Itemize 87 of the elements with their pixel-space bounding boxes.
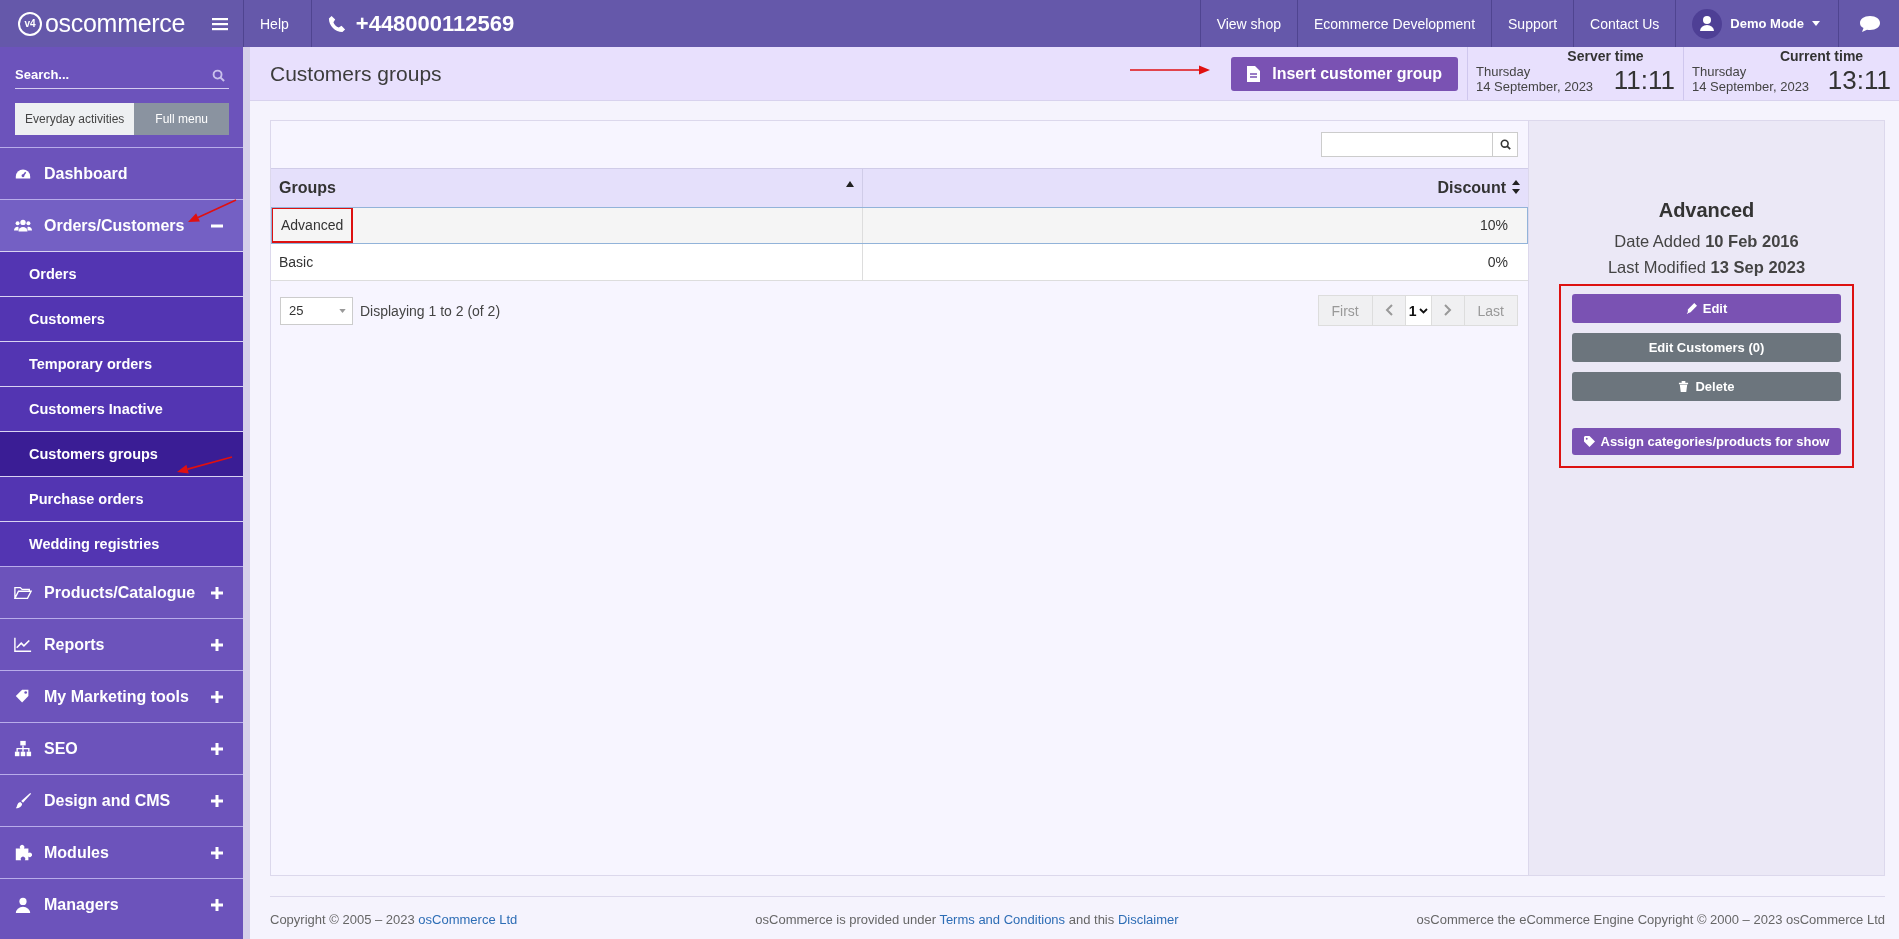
action-button[interactable]: Delete <box>1572 372 1841 401</box>
tag-icon <box>1583 436 1595 447</box>
item-label: Modules <box>44 843 110 862</box>
search-button[interactable] <box>1493 132 1518 157</box>
caret-icon <box>339 308 346 313</box>
chevron-down-icon <box>1418 307 1428 314</box>
submenu-item[interactable]: Customers Inactive <box>0 386 243 431</box>
details-title: Advanced <box>1658 199 1755 222</box>
plus-icon <box>211 690 223 703</box>
submenu-item[interactable]: Wedding registries <box>0 521 243 566</box>
column-header[interactable]: Groups <box>271 168 863 207</box>
per-page-select[interactable]: 25 <box>280 296 353 325</box>
plus-icon <box>211 586 223 599</box>
item-label: Dashboard <box>44 164 129 183</box>
trash-icon <box>1678 381 1690 392</box>
caret-icon <box>1812 21 1820 26</box>
footer-link[interactable]: Disclaimer <box>1117 912 1179 927</box>
plus-icon <box>211 638 223 651</box>
puzzle-icon <box>14 843 32 862</box>
search-field[interactable]: Search... <box>15 61 229 89</box>
table-search-field[interactable] <box>1321 132 1493 157</box>
clock-time: 13:11 <box>1827 66 1891 94</box>
user-name: Demo Mode <box>1730 16 1804 31</box>
submenu-item[interactable]: Customers <box>0 296 243 341</box>
line-chart-icon <box>14 635 32 654</box>
plus-icon <box>211 742 223 755</box>
table-row[interactable]: Basic 0% <box>271 243 1528 281</box>
action-button[interactable]: Assign categories/products for show <box>1572 428 1841 455</box>
table-cell: Basic <box>271 243 863 281</box>
footer-text: osCommerce is provided under Terms and Conditions and this Disclaimer <box>755 912 1179 927</box>
brush-icon <box>14 791 32 810</box>
previous-page-button[interactable] <box>1372 296 1406 325</box>
clock-label: Server time <box>1566 47 1645 64</box>
sitemap-icon <box>14 739 32 758</box>
clock-label: Current time <box>1778 47 1865 64</box>
action-button[interactable]: Edit Customers (0) <box>1572 333 1841 362</box>
page-title: Customers groups <box>269 61 442 86</box>
logo-text: oscommerce <box>45 9 186 38</box>
plus-icon <box>211 898 223 911</box>
clock-date: 14 September, 2023 <box>1692 79 1810 94</box>
phone-icon <box>327 14 346 33</box>
mode-tab[interactable]: Full menu <box>134 103 229 135</box>
logo-badge: v4 <box>18 11 42 36</box>
item-label: Reports <box>44 635 106 654</box>
avatar-icon <box>1692 8 1723 39</box>
next-page-button[interactable] <box>1431 296 1465 325</box>
footer-text: Copyright © 2005 – 2023 osCommerce Ltd <box>270 912 518 927</box>
phone-number: +448000112569 <box>355 10 515 37</box>
pencil-icon <box>1685 303 1697 314</box>
item-label: My Marketing tools <box>44 687 190 706</box>
pagination-summary: Displaying 1 to 2 (of 2) <box>360 302 501 319</box>
plus-icon <box>211 846 223 859</box>
plus-icon <box>211 794 223 807</box>
chevron-left-icon <box>1384 303 1393 316</box>
user-icon <box>14 895 32 914</box>
item-label: Products/Catalogue <box>44 583 197 602</box>
document-icon <box>1247 65 1261 82</box>
submenu-item[interactable]: Temporary orders <box>0 341 243 386</box>
detail-line: Date Added 10 Feb 2016 <box>1614 232 1799 251</box>
insert-button[interactable]: Insert customer group <box>1231 56 1458 91</box>
action-button[interactable]: Edit <box>1572 294 1841 323</box>
search-icon <box>1499 139 1511 150</box>
table-row[interactable]: Advanced 10% <box>271 207 1528 244</box>
footer-text: osCommerce the eCommerce Engine Copyright © 2000 – 2023 osCommerce Ltd <box>1416 912 1885 927</box>
table-cell: 0% <box>862 243 1528 281</box>
column-header[interactable]: Discount <box>862 168 1528 207</box>
detail-line: Last Modified 13 Sep 2023 <box>1607 258 1806 277</box>
item-label: Managers <box>44 895 120 914</box>
item-label: SEO <box>44 739 79 758</box>
footer-link[interactable]: Terms and Conditions <box>939 912 1066 927</box>
item-label: Design and CMS <box>44 791 172 810</box>
chat-icon <box>1859 14 1881 33</box>
clock-day: Thursday <box>1692 64 1810 79</box>
chevron-right-icon <box>1443 303 1452 316</box>
clock-day: Thursday <box>1476 64 1594 79</box>
submenu-item[interactable]: Orders <box>0 251 243 296</box>
submenu-item[interactable]: Customers groups <box>0 431 243 476</box>
footer-link[interactable]: osCommerce Ltd <box>418 912 518 927</box>
sidebar-item[interactable]: Orders/Customers <box>0 199 243 251</box>
clock-time: 11:11 <box>1613 66 1675 94</box>
submenu-item[interactable]: Purchase orders <box>0 476 243 521</box>
mode-tab[interactable]: Everyday activities <box>15 103 135 135</box>
page-select[interactable]: 1 <box>1405 296 1432 325</box>
item-label: Orders/Customers <box>44 216 186 235</box>
clock-date: 14 September, 2023 <box>1476 79 1594 94</box>
menu-icon <box>212 16 228 31</box>
search-icon <box>212 69 225 82</box>
